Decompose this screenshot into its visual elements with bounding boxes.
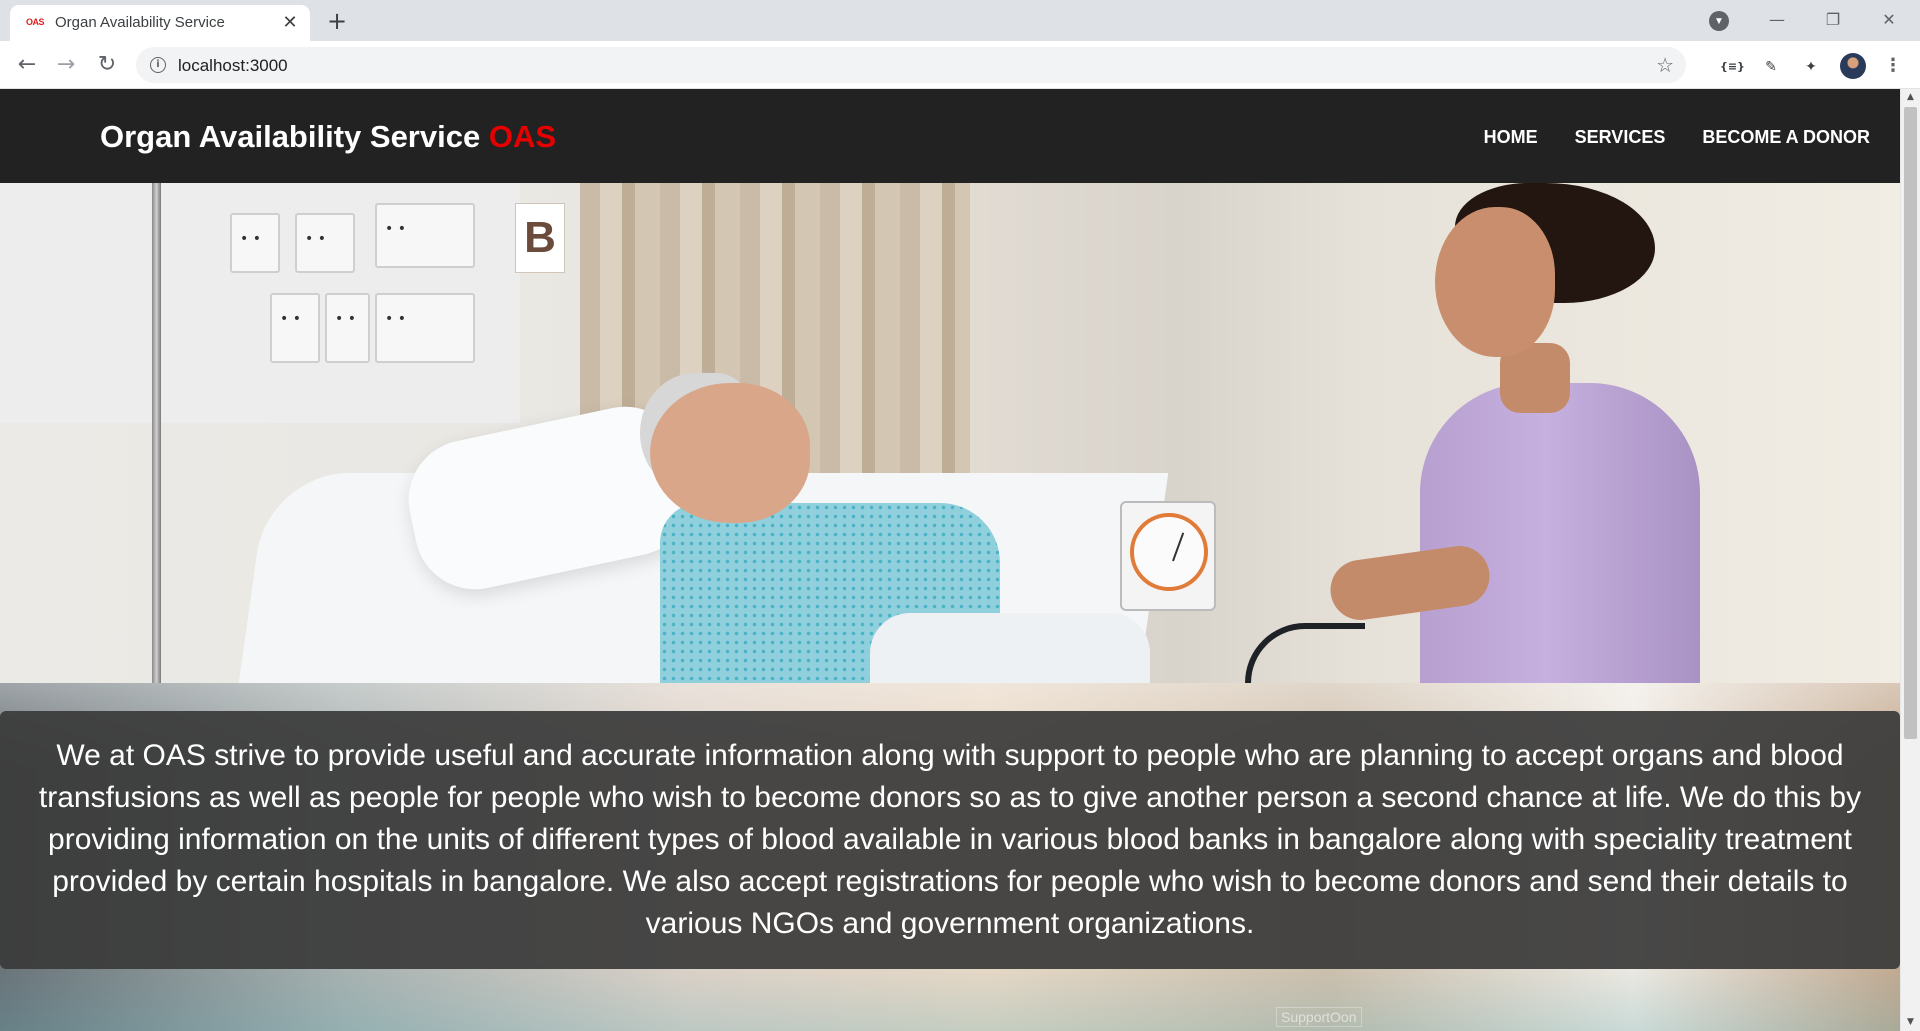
nurse-uniform <box>1420 383 1700 683</box>
brand-accent: OAS <box>488 119 557 154</box>
wall-socket <box>270 293 320 363</box>
gauge-dial <box>1130 513 1208 591</box>
scroll-up-arrow-icon[interactable]: ▲ <box>1901 89 1920 106</box>
bp-cuff-tube <box>1245 623 1365 683</box>
forward-icon[interactable]: → <box>52 51 80 79</box>
nurse-head <box>1435 207 1555 357</box>
star-icon[interactable]: ☆ <box>1656 53 1674 77</box>
page-viewport: Organ Availability Service OAS HOME SERV… <box>0 89 1920 1031</box>
wall-socket <box>375 293 475 363</box>
oas-favicon-icon: OAS <box>26 17 45 27</box>
eyedropper-icon[interactable]: ✎ <box>1760 56 1782 78</box>
support-overlay-tag: SupportOon <box>1276 1007 1362 1027</box>
about-panel: We at OAS strive to provide useful and a… <box>0 711 1900 969</box>
iv-pole <box>152 183 161 683</box>
nav-home-link[interactable]: HOME <box>1484 127 1538 148</box>
json-extension-icon[interactable]: {≡} <box>1720 56 1745 78</box>
nav-become-donor-link[interactable]: BECOME A DONOR <box>1702 127 1870 148</box>
about-text: We at OAS strive to provide useful and a… <box>38 739 1862 940</box>
tab-title: Organ Availability Service <box>55 14 225 31</box>
scroll-thumb[interactable] <box>1904 107 1917 739</box>
gauge-needle <box>1172 532 1185 562</box>
close-tab-icon[interactable]: ✕ <box>278 11 302 35</box>
close-window-button[interactable]: ✕ <box>1866 6 1912 34</box>
browser-toolbar: ← → ↻ i localhost:3000 ☆ {≡} ✎ ✦ ⋮ <box>0 41 1920 89</box>
reload-icon[interactable]: ↻ <box>93 51 121 79</box>
site-navbar: Organ Availability Service OAS HOME SERV… <box>0 89 1900 183</box>
tab-search-icon[interactable]: ▼ <box>1709 11 1729 31</box>
site-brand[interactable]: Organ Availability Service OAS <box>100 119 556 155</box>
new-tab-button[interactable]: + <box>324 8 350 34</box>
browser-tab[interactable]: OAS Organ Availability Service ✕ <box>10 5 310 41</box>
nav-links: HOME SERVICES BECOME A DONOR <box>1484 127 1870 148</box>
restore-button[interactable]: ❐ <box>1810 6 1856 34</box>
wall-socket <box>325 293 370 363</box>
back-icon[interactable]: ← <box>13 51 41 79</box>
hero-image: B <box>0 183 1900 683</box>
patient-head <box>650 383 810 523</box>
blanket <box>870 613 1150 683</box>
info-icon[interactable]: i <box>150 57 166 73</box>
nav-services-link[interactable]: SERVICES <box>1575 127 1666 148</box>
url-text[interactable]: localhost:3000 <box>178 56 288 76</box>
extensions-icon[interactable]: ✦ <box>1800 56 1822 78</box>
wall-socket <box>375 203 475 268</box>
minimize-button[interactable]: — <box>1754 6 1800 34</box>
room-letter-sign: B <box>515 203 565 273</box>
menu-icon[interactable]: ⋮ <box>1884 54 1902 78</box>
address-bar[interactable]: i localhost:3000 ☆ <box>136 47 1686 83</box>
profile-avatar[interactable] <box>1840 53 1866 79</box>
wall-socket <box>295 213 355 273</box>
browser-tabstrip: OAS Organ Availability Service ✕ + ▼ — ❐… <box>0 0 1920 41</box>
blood-pressure-gauge <box>1120 501 1216 611</box>
scroll-down-arrow-icon[interactable]: ▼ <box>1901 1014 1920 1031</box>
wall-socket <box>230 213 280 273</box>
page-scrollbar[interactable]: ▲ ▼ <box>1900 89 1920 1031</box>
brand-title: Organ Availability Service <box>100 119 481 154</box>
